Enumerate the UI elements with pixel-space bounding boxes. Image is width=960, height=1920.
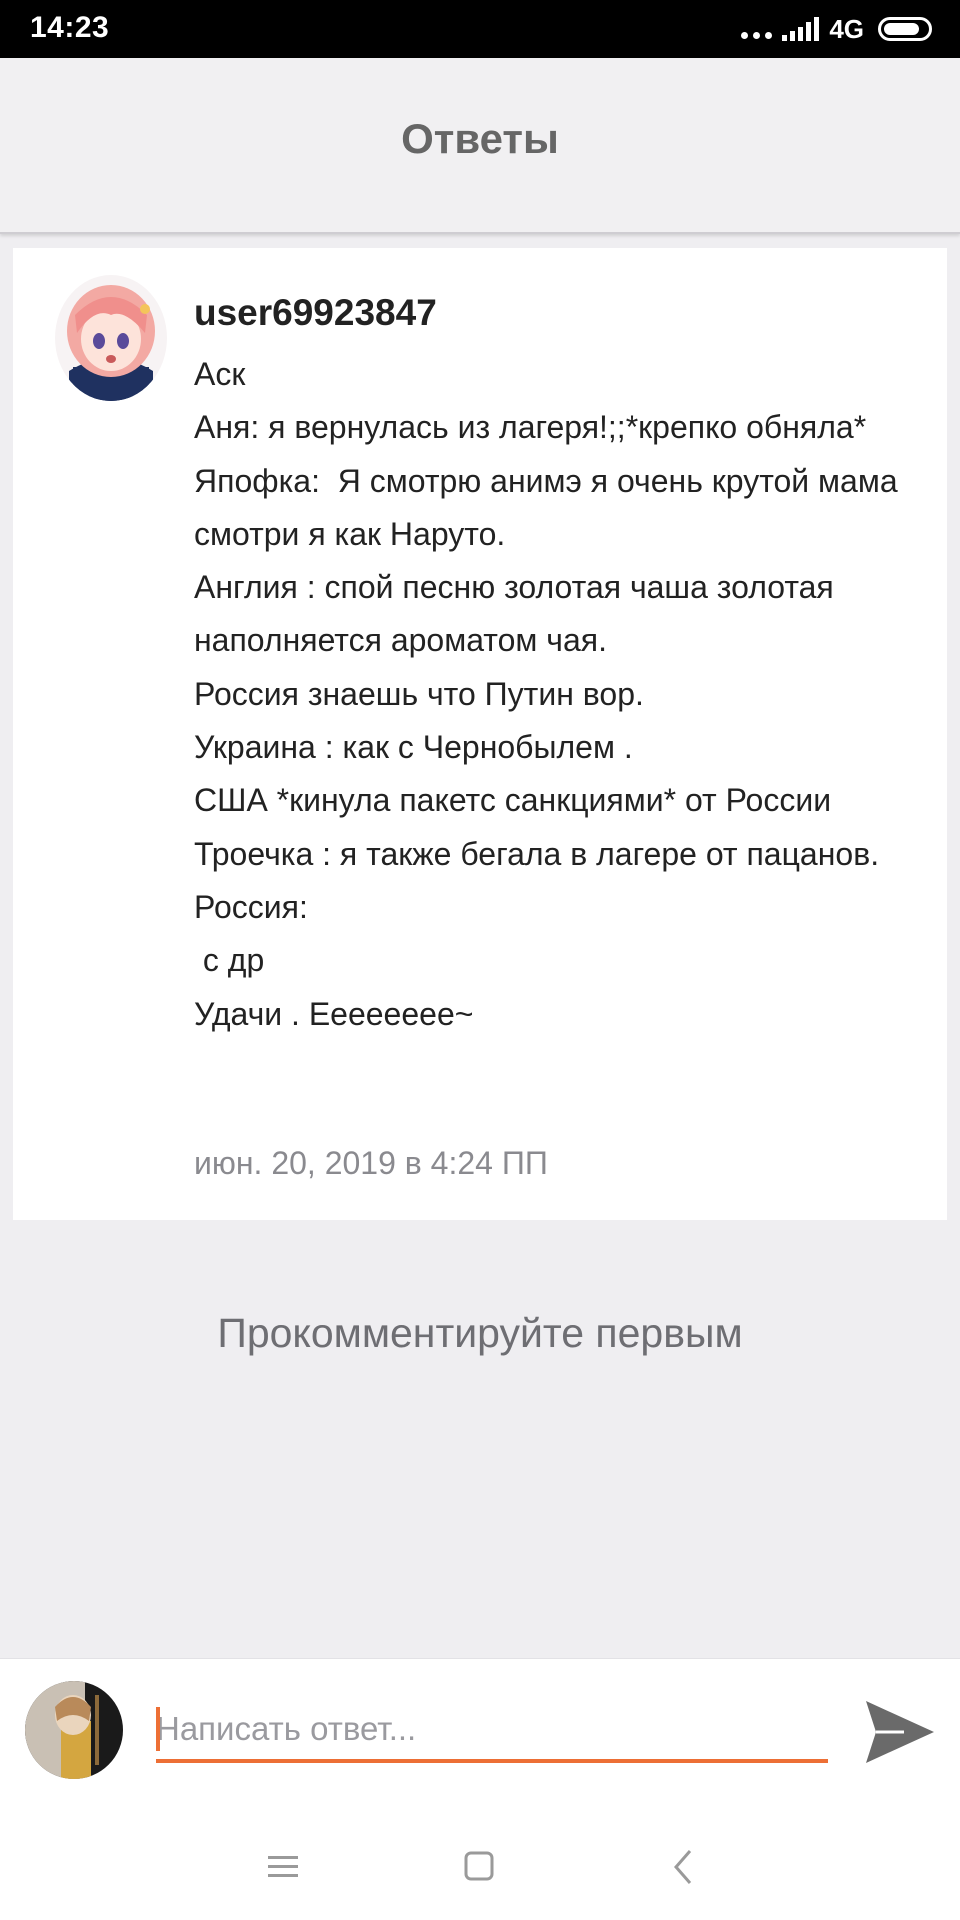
battery-icon [878,17,932,41]
home-icon[interactable] [458,1845,502,1889]
network-type: 4G [829,13,864,44]
post-line: Россия: [194,888,308,925]
reply-input[interactable] [156,1699,828,1763]
my-avatar[interactable] [25,1681,123,1779]
page-title: Ответы [401,115,559,162]
app-header: Ответы [0,58,960,234]
post-line: Япофка: Я смотрю анимэ я очень крутой ма… [194,462,907,552]
post-line: Аск [194,356,246,392]
post-line: Украина : как с Чернобылем . [194,729,633,766]
send-icon [866,1701,934,1763]
menu-icon[interactable] [262,1845,306,1889]
empty-comments-message: Прокомментируйте первым [217,1310,743,1356]
signal-icon [782,17,820,41]
status-time: 14:23 [30,11,110,44]
status-bar: 14:23 4G [0,0,960,58]
user-avatar[interactable] [55,275,167,401]
post-timestamp: июн. 20, 2019 в 4:24 ПП [194,1145,548,1181]
text-cursor [156,1707,160,1751]
post-body: Аск Аня: я вернулась из лагеря!;;*крепко… [194,348,934,1041]
post-line: Аня: я вернулась из лагеря!;;*крепко обн… [194,409,867,446]
notification-dots-icon [741,19,773,39]
system-nav-bar [0,1805,960,1920]
post-line: Англия : спой песню золотая чаша золотая… [194,569,843,659]
reply-bar [0,1658,960,1806]
back-icon[interactable] [662,1845,706,1889]
post-line: Удачи . Еееееeee~ [194,995,474,1032]
post-line: с др [194,942,265,979]
post-line: США *кинула пакетс санкциями* от России [194,782,832,819]
post-username[interactable]: user69923847 [194,292,437,334]
post-card: user69923847 Аск Аня: я вернулась из лаг… [13,248,947,1220]
post-line: Троечка : я также бегала в лагере от пац… [194,835,880,872]
post-line: Россия знаешь что Путин вор. [194,675,644,712]
status-icons: 4G [741,14,932,44]
send-button[interactable] [864,1699,936,1765]
